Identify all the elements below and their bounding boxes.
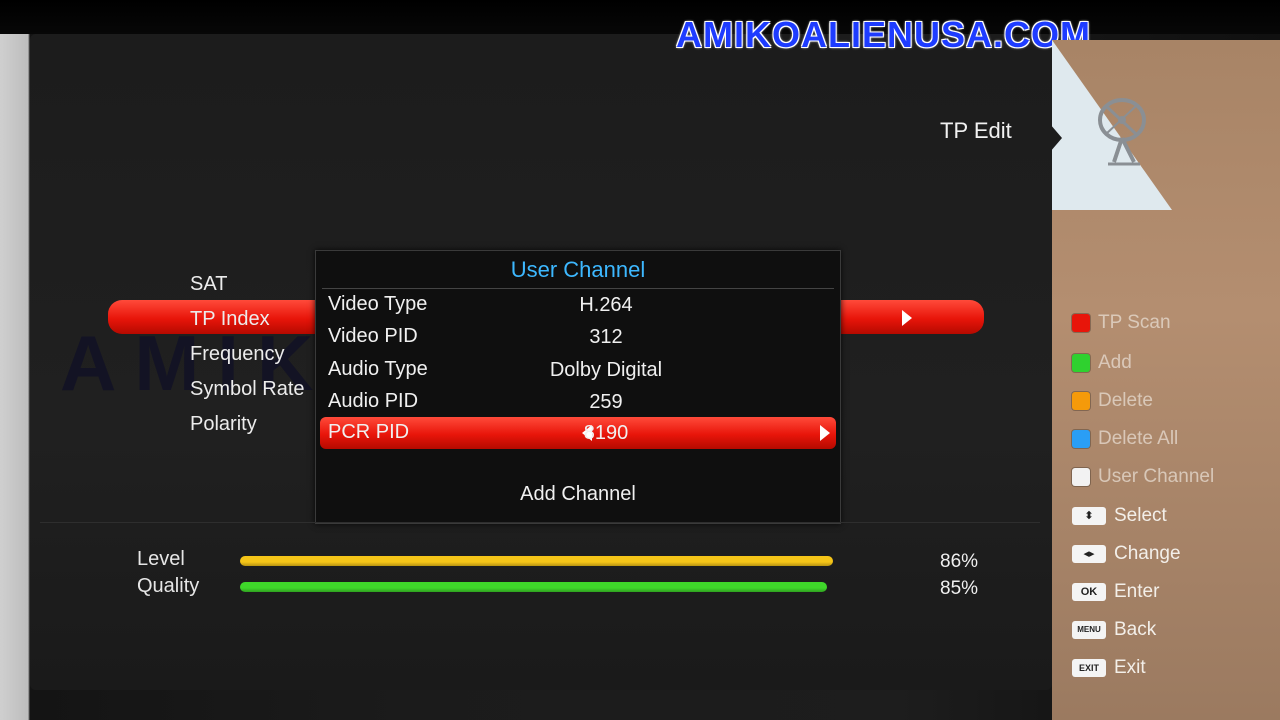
up-down-key-icon: ⬍: [1072, 507, 1106, 525]
row-audio-pid[interactable]: Audio PID 259: [316, 386, 840, 418]
help-label: Select: [1114, 505, 1167, 526]
row-pcr-pid[interactable]: PCR PID 8190: [320, 417, 836, 449]
row-audio-type[interactable]: Audio Type Dolby Digital: [316, 354, 840, 386]
help-exit: EXIT Exit: [1072, 655, 1146, 681]
help-enter: OK Enter: [1072, 579, 1159, 605]
row-label: PCR PID: [328, 421, 410, 443]
row-label: Video Type: [328, 293, 428, 315]
row-value: 8190: [583, 422, 629, 444]
help-delete-all: Delete All: [1072, 426, 1178, 452]
dialog-title: User Channel: [510, 257, 646, 282]
level-bar: [240, 556, 833, 566]
row-video-type[interactable]: Video Type H.264: [316, 289, 840, 321]
add-channel-button[interactable]: Add Channel: [316, 483, 840, 506]
help-back: MENU Back: [1072, 617, 1156, 643]
setting-frequency[interactable]: Frequency: [190, 343, 285, 366]
menu-key-icon: MENU: [1072, 621, 1106, 639]
red-key-icon: [1072, 314, 1090, 332]
satellite-dish-icon: [1098, 98, 1146, 166]
setting-polarity[interactable]: Polarity: [190, 413, 257, 436]
row-value: 259: [589, 391, 623, 413]
row-label: Audio PID: [328, 390, 419, 412]
user-channel-dialog: User Channel Video Type H.264 Video PID …: [315, 250, 841, 524]
exit-key-icon: EXIT: [1072, 659, 1106, 677]
help-label: Enter: [1114, 581, 1160, 602]
help-label: Delete: [1098, 390, 1153, 411]
left-right-key-icon: ◂▸: [1072, 545, 1106, 563]
ok-key-icon: OK: [1072, 583, 1106, 601]
quality-label: Quality: [137, 575, 200, 597]
help-user-channel: User Channel: [1072, 464, 1214, 490]
level-label: Level: [137, 548, 185, 570]
help-delete: Delete: [1072, 388, 1153, 414]
setting-sat[interactable]: SAT: [190, 273, 227, 296]
row-value: Dolby Digital: [549, 359, 663, 381]
help-label: User Channel: [1098, 466, 1215, 487]
setting-symbol-rate[interactable]: Symbol Rate: [190, 378, 305, 401]
help-select: ⬍ Select: [1072, 503, 1167, 529]
help-add: Add: [1072, 350, 1132, 376]
setting-tp-index[interactable]: TP Index: [190, 308, 270, 331]
row-label: Audio Type: [328, 358, 428, 380]
tp-index-right-arrow-icon[interactable]: [902, 310, 912, 326]
help-label: Exit: [1114, 657, 1146, 678]
section-divider: [40, 522, 1040, 523]
help-tp-scan: TP Scan: [1072, 310, 1171, 336]
yellow-key-icon: [1072, 392, 1090, 410]
help-label: Delete All: [1098, 428, 1179, 449]
row-video-pid[interactable]: Video PID 312: [316, 321, 840, 353]
quality-value: 85%: [940, 578, 979, 599]
quality-bar: [240, 582, 827, 592]
white-key-icon: [1072, 468, 1090, 486]
help-label: Back: [1114, 619, 1157, 640]
green-key-icon: [1072, 354, 1090, 372]
help-label: Change: [1114, 543, 1181, 564]
help-label: TP Scan: [1098, 312, 1171, 333]
blue-key-icon: [1072, 430, 1090, 448]
title-pointer: [1050, 124, 1062, 152]
row-label: Video PID: [328, 325, 418, 347]
watermark-text: AMIKOALIENUSA.COM: [676, 14, 1091, 55]
help-change: ◂▸ Change: [1072, 541, 1181, 567]
page-title: TP Edit: [940, 118, 1012, 143]
pcr-pid-right-arrow-icon[interactable]: [820, 425, 830, 441]
row-value: 312: [589, 326, 623, 348]
level-value: 86%: [940, 551, 979, 572]
row-value: H.264: [579, 294, 633, 316]
help-label: Add: [1098, 352, 1132, 373]
